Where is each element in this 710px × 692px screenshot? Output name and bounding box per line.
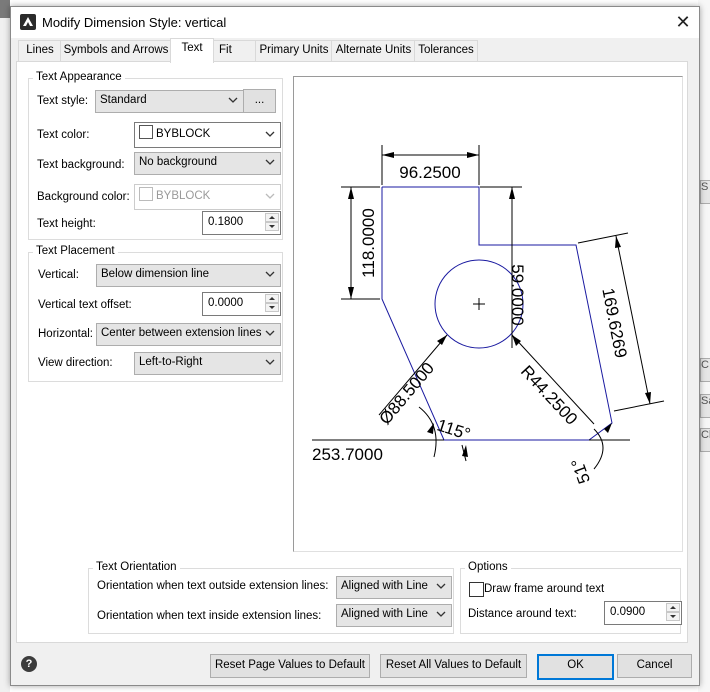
text-placement-title: Text Placement (33, 245, 118, 257)
dim-right-text: 169.6269 (598, 286, 630, 359)
dim-top-text: 96.2500 (399, 163, 460, 182)
app-icon (20, 14, 36, 30)
chevron-down-icon (265, 131, 275, 137)
color-swatch (139, 125, 153, 139)
orientation-inside-select[interactable]: Aligned with Line (336, 604, 452, 627)
options-title: Options (465, 561, 511, 573)
chevron-down-icon (265, 359, 275, 365)
dim-mid-text: 59.0000 (508, 264, 527, 325)
text-background-label: Text background: (37, 159, 125, 171)
chevron-down-icon (265, 271, 275, 277)
chevron-down-icon (265, 159, 275, 165)
dim-bottom-text: 253.7000 (312, 445, 383, 464)
background-color-select[interactable]: BYBLOCK (134, 184, 281, 210)
tab-text[interactable]: Text (170, 38, 214, 63)
orientation-outside-label: Orientation when text outside extension … (97, 580, 329, 592)
view-direction-label: View direction: (38, 357, 113, 369)
dialog-title: Modify Dimension Style: vertical (42, 15, 227, 30)
tab-tolerances[interactable]: Tolerances (414, 40, 478, 61)
draw-frame-checkbox[interactable] (469, 582, 484, 597)
dim-radius-text: R44.2500 (517, 362, 581, 429)
background-window-left (0, 0, 10, 692)
orientation-outside-select[interactable]: Aligned with Line (336, 576, 452, 599)
ok-button[interactable]: OK (537, 654, 614, 680)
text-background-select[interactable]: No background (134, 152, 281, 175)
background-color-label: Background color: (37, 191, 130, 203)
color-swatch (139, 187, 153, 201)
preview-outline (381, 186, 613, 441)
tab-primary-units[interactable]: Primary Units (255, 40, 333, 61)
tab-symbols-and-arrows[interactable]: Symbols and Arrows (60, 40, 172, 61)
vertical-offset-label: Vertical text offset: (38, 299, 132, 311)
draw-frame-label: Draw frame around text (484, 583, 605, 595)
background-button-s: S (700, 180, 710, 204)
horizontal-label: Horizontal: (38, 328, 93, 340)
distance-around-text-stepper[interactable] (666, 603, 680, 621)
text-height-label: Text height: (37, 218, 96, 230)
chevron-down-icon (436, 611, 446, 617)
text-height-stepper[interactable] (265, 213, 279, 231)
chevron-down-icon (265, 330, 275, 336)
text-style-browse-button[interactable]: ... (243, 89, 276, 113)
close-icon[interactable]: ✕ (671, 11, 695, 33)
orientation-inside-label: Orientation when text inside extension l… (97, 610, 322, 622)
distance-around-text-label: Distance around text: (468, 608, 577, 620)
chevron-down-icon (436, 583, 446, 589)
chevron-down-icon (265, 193, 275, 199)
background-button-sa: Sa (700, 394, 710, 418)
chevron-down-icon (228, 97, 238, 103)
dimension-preview: 96.2500 118.0000 59.0000 169.6269 Ø88.50… (293, 76, 683, 552)
reset-page-button[interactable]: Reset Page Values to Default (210, 654, 370, 678)
tab-lines[interactable]: Lines (18, 40, 62, 61)
help-icon[interactable]: ? (21, 656, 37, 672)
vertical-select[interactable]: Below dimension line (96, 264, 281, 287)
text-height-input[interactable]: 0.1800 (202, 211, 281, 235)
vertical-offset-stepper[interactable] (265, 294, 279, 312)
horizontal-select[interactable]: Center between extension lines (96, 323, 281, 346)
vertical-label: Vertical: (38, 269, 79, 281)
reset-all-button[interactable]: Reset All Values to Default (380, 654, 527, 678)
distance-around-text-input[interactable]: 0.0900 (604, 601, 682, 625)
text-color-label: Text color: (37, 129, 90, 141)
background-button-c: C (700, 358, 710, 382)
background-titlebar-left (0, 0, 10, 18)
dialog-titlebar[interactable]: Modify Dimension Style: vertical ✕ (11, 7, 699, 38)
background-button-cle: Cle (700, 428, 710, 452)
vertical-offset-input[interactable]: 0.0000 (202, 292, 281, 316)
dim-angle-right-text: 51° (568, 456, 595, 487)
cancel-button[interactable]: Cancel (617, 654, 692, 678)
text-style-select[interactable]: Standard (95, 90, 244, 113)
text-color-select[interactable]: BYBLOCK (134, 122, 281, 148)
preview-drawing: 96.2500 118.0000 59.0000 169.6269 Ø88.50… (312, 145, 665, 487)
tab-alternate-units[interactable]: Alternate Units (331, 40, 416, 61)
dim-left-text: 118.0000 (359, 208, 378, 278)
text-style-label: Text style: (37, 95, 89, 107)
view-direction-select[interactable]: Left-to-Right (134, 352, 281, 375)
text-appearance-title: Text Appearance (33, 71, 125, 83)
text-orientation-title: Text Orientation (93, 561, 180, 573)
